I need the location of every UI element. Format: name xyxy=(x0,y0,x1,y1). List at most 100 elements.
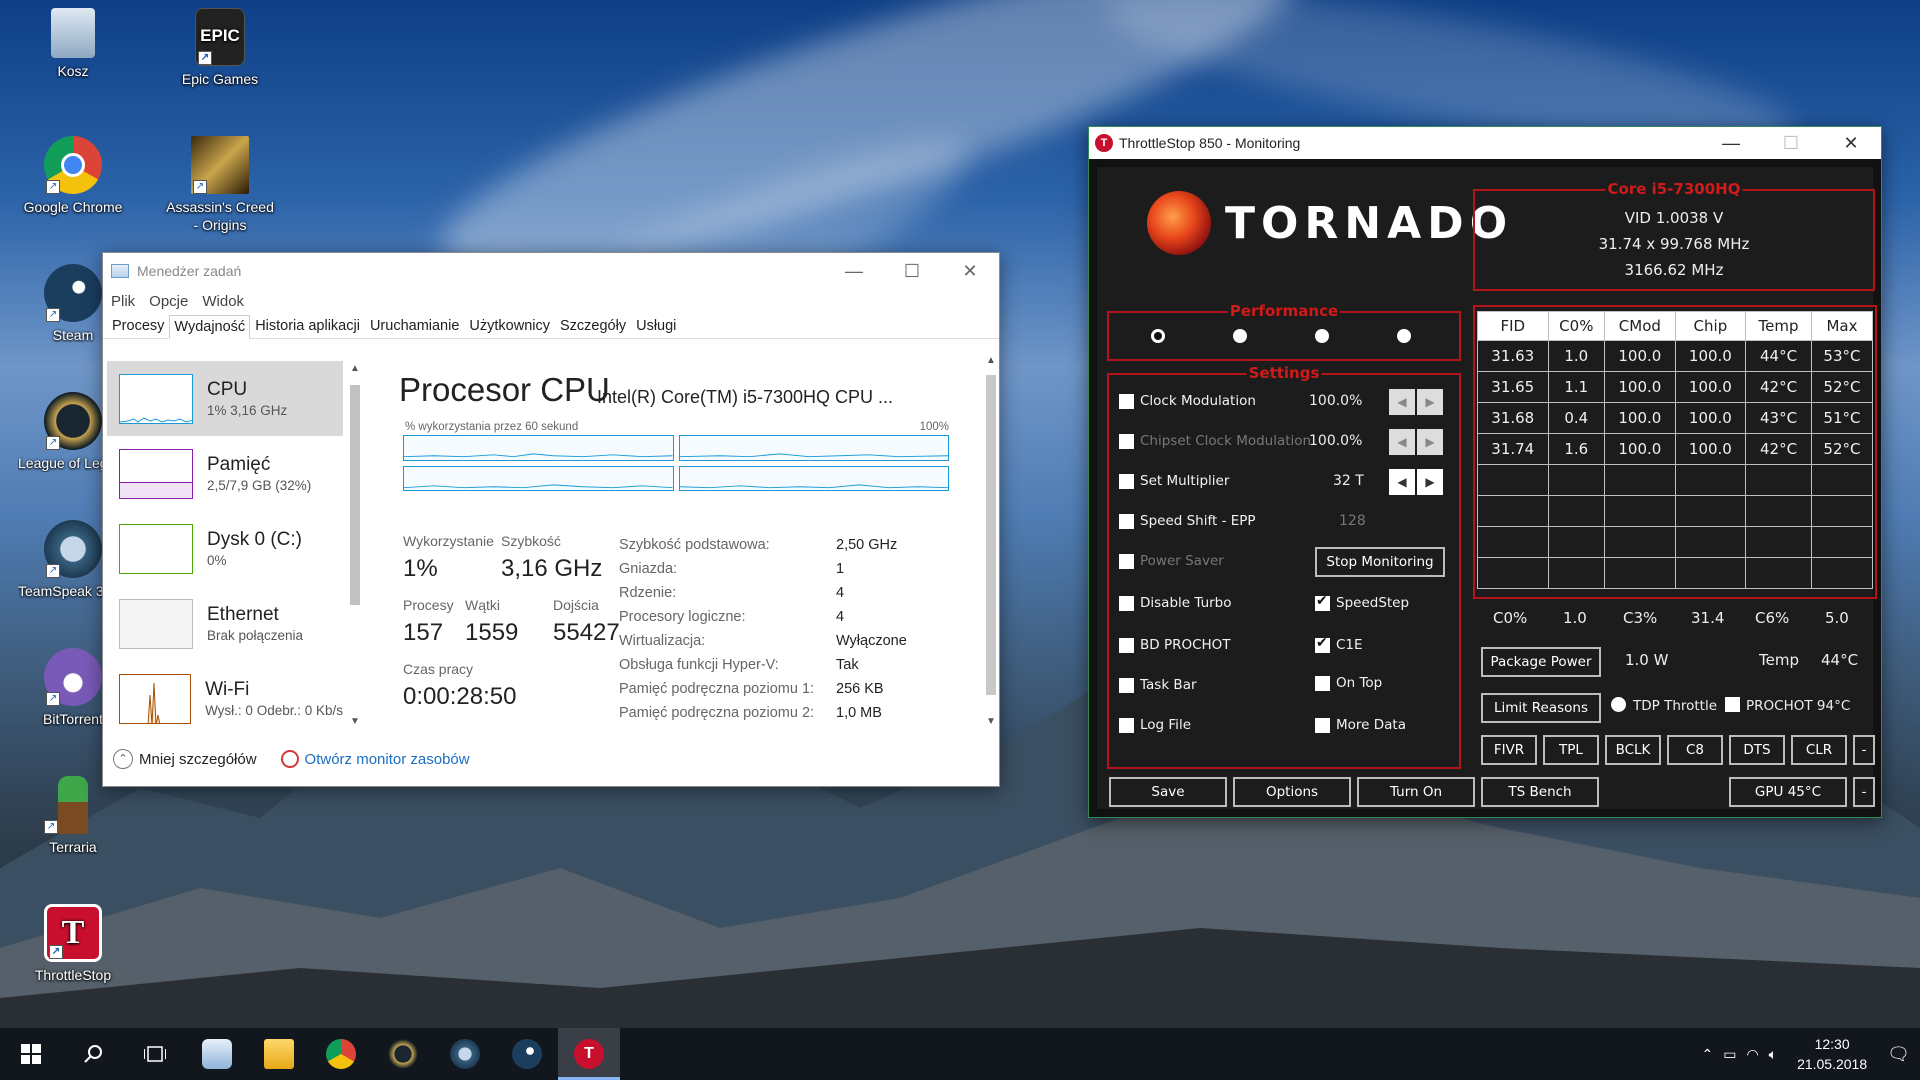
resource-item-wifi[interactable]: Wi-Fi Wysł.: 0 Odebr.: 0 Kb/s xyxy=(107,661,343,729)
multiplier-stepper[interactable]: ◀ ▶ xyxy=(1389,469,1443,495)
checkbox[interactable] xyxy=(1315,717,1330,733)
scroll-down-icon[interactable]: ▼ xyxy=(986,716,996,727)
close-button[interactable]: ✕ xyxy=(941,261,999,282)
wifi-icon[interactable]: ◠ xyxy=(1746,1046,1758,1063)
clock-modulation-stepper[interactable]: ◀ ▶ xyxy=(1389,389,1443,415)
menu-view[interactable]: Widok xyxy=(202,293,244,310)
checkbox[interactable] xyxy=(1119,473,1134,489)
package-power-button[interactable]: Package Power xyxy=(1481,647,1601,677)
bd-prochot-toggle[interactable]: BD PROCHOT xyxy=(1119,637,1231,653)
checkbox[interactable] xyxy=(1119,513,1134,529)
task-bar-toggle[interactable]: Task Bar xyxy=(1119,677,1197,693)
open-resource-monitor-link[interactable]: Otwórz monitor zasobów xyxy=(305,751,470,768)
save-button[interactable]: Save xyxy=(1109,777,1227,807)
title-bar[interactable]: Menedżer zadań — ☐ ✕ xyxy=(103,253,999,289)
resource-item-ethernet[interactable]: Ethernet Brak połączenia xyxy=(107,586,343,661)
profile-radio-4[interactable] xyxy=(1397,329,1411,343)
turn-on-button[interactable]: Turn On xyxy=(1357,777,1475,807)
search-button[interactable] xyxy=(62,1028,124,1080)
clock-modulation-toggle[interactable]: Clock Modulation xyxy=(1119,393,1256,409)
scroll-up-icon[interactable]: ▲ xyxy=(986,355,996,366)
desktop-icon-assassins-creed[interactable]: ↗ Assassin's Creed - Origins xyxy=(165,136,275,234)
checkbox[interactable] xyxy=(1315,593,1330,611)
checkbox[interactable] xyxy=(1119,433,1134,449)
sidebar-scrollbar[interactable]: ▲ ▼ xyxy=(347,361,363,729)
notifications-icon[interactable]: 🗨︎ xyxy=(1887,1044,1910,1065)
taskbar-throttlestop[interactable]: T xyxy=(558,1028,620,1080)
collapse-button[interactable]: - xyxy=(1853,735,1875,765)
taskbar-task-manager[interactable] xyxy=(186,1028,248,1080)
checkbox[interactable] xyxy=(1119,393,1134,409)
c1e-toggle[interactable]: C1E xyxy=(1315,635,1363,653)
close-button[interactable]: ✕ xyxy=(1821,133,1881,154)
fewer-details-link[interactable]: Mniej szczegółów xyxy=(139,751,257,768)
chipset-modulation-stepper[interactable]: ◀ ▶ xyxy=(1389,429,1443,455)
desktop-icon-recycle-bin[interactable]: Kosz xyxy=(18,8,128,80)
gpu-collapse-button[interactable]: - xyxy=(1853,777,1875,807)
tab-details[interactable]: Szczegóły xyxy=(555,314,631,338)
fivr-button[interactable]: FIVR xyxy=(1481,735,1537,765)
chevron-up-icon[interactable]: ⌃ xyxy=(1701,1046,1713,1063)
maximize-button[interactable]: ☐ xyxy=(883,261,941,282)
profile-radio-3[interactable] xyxy=(1315,329,1329,343)
resource-item-memory[interactable]: Pamięć 2,5/7,9 GB (32%) xyxy=(107,436,343,511)
resource-item-disk[interactable]: Dysk 0 (C:) 0% xyxy=(107,511,343,586)
options-button[interactable]: Options xyxy=(1233,777,1351,807)
power-saver-toggle[interactable]: Power Saver xyxy=(1119,553,1224,569)
checkbox[interactable] xyxy=(1119,717,1134,733)
main-scrollbar[interactable]: ▲ ▼ xyxy=(983,353,999,729)
bclk-button[interactable]: BCLK xyxy=(1605,735,1661,765)
start-button[interactable] xyxy=(0,1028,62,1080)
task-view-button[interactable] xyxy=(124,1028,186,1080)
more-data-toggle[interactable]: More Data xyxy=(1315,717,1406,733)
checkbox[interactable] xyxy=(1315,635,1330,653)
clr-button[interactable]: CLR xyxy=(1791,735,1847,765)
tab-app-history[interactable]: Historia aplikacji xyxy=(250,314,365,338)
resource-item-cpu[interactable]: CPU 1% 3,16 GHz xyxy=(107,361,343,436)
taskbar-teamspeak[interactable] xyxy=(434,1028,496,1080)
ts-bench-button[interactable]: TS Bench xyxy=(1481,777,1599,807)
disable-turbo-toggle[interactable]: Disable Turbo xyxy=(1119,595,1232,611)
checkbox[interactable] xyxy=(1119,677,1134,693)
maximize-button[interactable]: ☐ xyxy=(1761,133,1821,154)
checkbox[interactable] xyxy=(1119,553,1134,569)
tab-processes[interactable]: Procesy xyxy=(107,314,169,338)
clock[interactable]: 12:30 21.05.2018 xyxy=(1787,1034,1877,1074)
limit-reasons-button[interactable]: Limit Reasons xyxy=(1481,693,1601,723)
checkbox[interactable] xyxy=(1119,637,1134,653)
speedstep-toggle[interactable]: SpeedStep xyxy=(1315,593,1409,611)
desktop-icon-epic-games[interactable]: EPIC ↗ Epic Games xyxy=(165,8,275,88)
taskbar-steam[interactable] xyxy=(496,1028,558,1080)
dts-button[interactable]: DTS xyxy=(1729,735,1785,765)
stop-monitoring-button[interactable]: Stop Monitoring xyxy=(1315,547,1445,577)
tab-performance[interactable]: Wydajność xyxy=(169,315,251,339)
profile-radio-1[interactable] xyxy=(1151,329,1165,343)
taskbar-file-explorer[interactable] xyxy=(248,1028,310,1080)
tab-users[interactable]: Użytkownicy xyxy=(464,314,555,338)
chipset-clock-modulation-toggle[interactable]: Chipset Clock Modulation xyxy=(1119,433,1311,449)
scroll-down-icon[interactable]: ▼ xyxy=(350,716,360,727)
scroll-up-icon[interactable]: ▲ xyxy=(350,363,360,374)
tpl-button[interactable]: TPL xyxy=(1543,735,1599,765)
log-file-toggle[interactable]: Log File xyxy=(1119,717,1191,733)
title-bar[interactable]: T ThrottleStop 850 - Monitoring — ☐ ✕ xyxy=(1089,127,1881,159)
checkbox[interactable] xyxy=(1725,697,1740,712)
checkbox[interactable] xyxy=(1119,595,1134,611)
taskbar-chrome[interactable] xyxy=(310,1028,372,1080)
minimize-button[interactable]: — xyxy=(1701,133,1761,154)
tab-services[interactable]: Usługi xyxy=(631,314,681,338)
desktop-icon-terraria[interactable]: ↗ Terraria xyxy=(18,776,128,856)
scrollbar-thumb[interactable] xyxy=(350,385,360,605)
profile-radio-2[interactable] xyxy=(1233,329,1247,343)
scrollbar-thumb[interactable] xyxy=(986,375,996,695)
on-top-toggle[interactable]: On Top xyxy=(1315,675,1382,691)
taskbar-league[interactable] xyxy=(372,1028,434,1080)
tab-startup[interactable]: Uruchamianie xyxy=(365,314,464,338)
desktop-icon-chrome[interactable]: ↗ Google Chrome xyxy=(18,136,128,216)
desktop-icon-throttlestop[interactable]: T ↗ ThrottleStop xyxy=(18,904,128,984)
chevron-up-icon[interactable]: ⌃ xyxy=(113,749,133,769)
minimize-button[interactable]: — xyxy=(825,261,883,282)
menu-file[interactable]: Plik xyxy=(111,293,135,310)
speed-shift-toggle[interactable]: Speed Shift - EPP xyxy=(1119,513,1256,529)
battery-icon[interactable]: ▭ xyxy=(1723,1046,1736,1063)
